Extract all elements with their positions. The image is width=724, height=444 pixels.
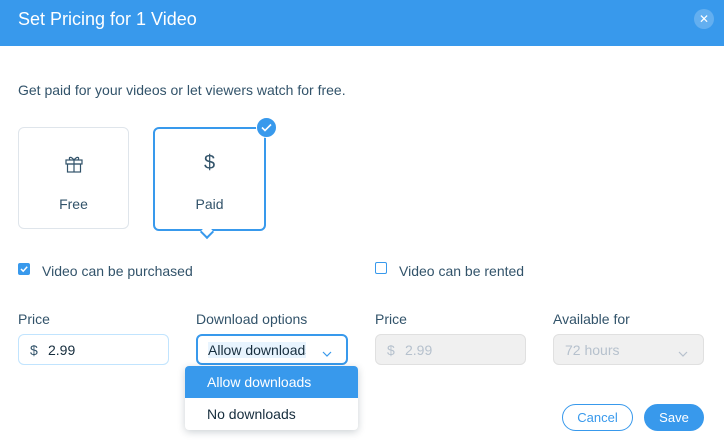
pricing-option-paid[interactable]: $ Paid — [153, 127, 266, 231]
purchase-price-value: 2.99 — [48, 342, 76, 358]
download-options-dropdown[interactable]: Allow downloads — [196, 334, 348, 365]
close-icon[interactable]: ✕ — [694, 9, 714, 29]
rent-price-label: Price — [375, 311, 407, 327]
currency-symbol: $ — [30, 342, 38, 358]
download-options-label: Download options — [196, 311, 308, 327]
rent-checkbox-label: Video can be rented — [399, 263, 525, 279]
cancel-button[interactable]: Cancel — [562, 404, 633, 431]
menu-item-allow-downloads[interactable]: Allow downloads — [185, 366, 358, 398]
pricing-option-free[interactable]: Free — [18, 127, 129, 229]
download-options-value: Allow downloads — [208, 342, 306, 358]
available-for-label: Available for — [553, 311, 630, 327]
rent-price-value: 2.99 — [405, 342, 433, 358]
rent-price-input[interactable]: $ 2.99 — [375, 334, 526, 365]
purchase-checkbox[interactable] — [18, 263, 30, 275]
purchase-price-label: Price — [18, 311, 50, 327]
dialog-header: Set Pricing for 1 Video ✕ — [0, 0, 724, 46]
purchase-price-input[interactable]: $ 2.99 — [18, 334, 169, 365]
selected-check-icon — [256, 117, 277, 138]
chevron-down-icon — [322, 345, 332, 357]
pricing-option-label: Free — [59, 196, 88, 212]
dollar-icon: $ — [203, 152, 216, 174]
download-options-menu: Allow downloads No downloads — [185, 366, 358, 430]
intro-text: Get paid for your videos or let viewers … — [18, 82, 346, 98]
chevron-down-icon — [678, 345, 688, 357]
menu-item-no-downloads[interactable]: No downloads — [185, 398, 358, 430]
available-for-dropdown[interactable]: 72 hours — [553, 334, 704, 365]
dialog-title: Set Pricing for 1 Video — [18, 9, 197, 29]
gift-icon — [19, 152, 128, 174]
save-button[interactable]: Save — [644, 404, 704, 431]
available-for-value: 72 hours — [565, 342, 620, 358]
pricing-option-label: Paid — [195, 196, 224, 212]
currency-symbol: $ — [387, 342, 395, 358]
purchase-checkbox-label: Video can be purchased — [42, 263, 193, 279]
rent-checkbox[interactable] — [375, 262, 387, 274]
